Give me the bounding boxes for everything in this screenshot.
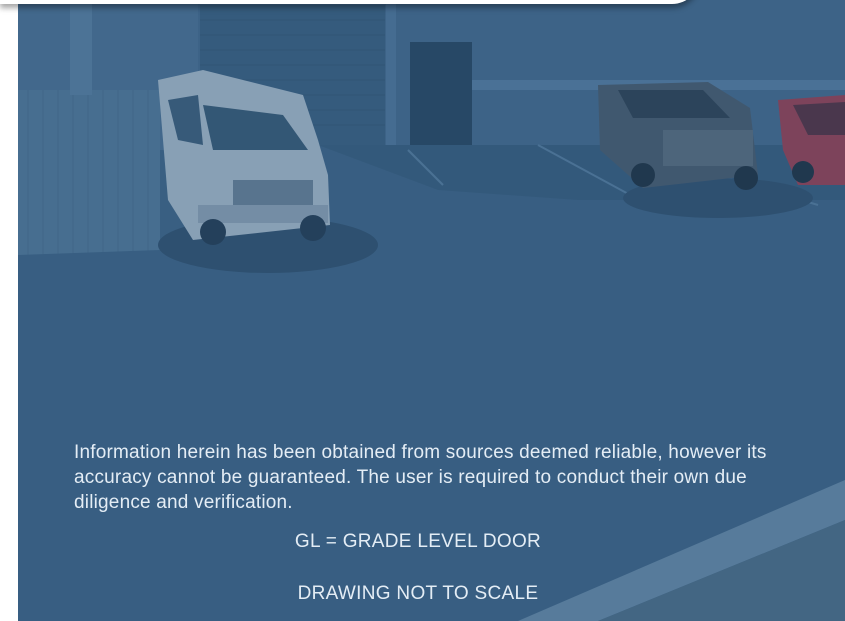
header-tab — [0, 0, 700, 4]
property-photo — [18, 0, 845, 621]
door-legend: GL = GRADE LEVEL DOOR — [294, 531, 542, 552]
disclaimer-text: Information herein has been obtained fro… — [74, 442, 767, 513]
scale-note: DRAWING NOT TO SCALE — [297, 583, 539, 604]
page: Information herein has been obtained fro… — [0, 0, 845, 621]
parking-lot-scene — [18, 0, 845, 621]
